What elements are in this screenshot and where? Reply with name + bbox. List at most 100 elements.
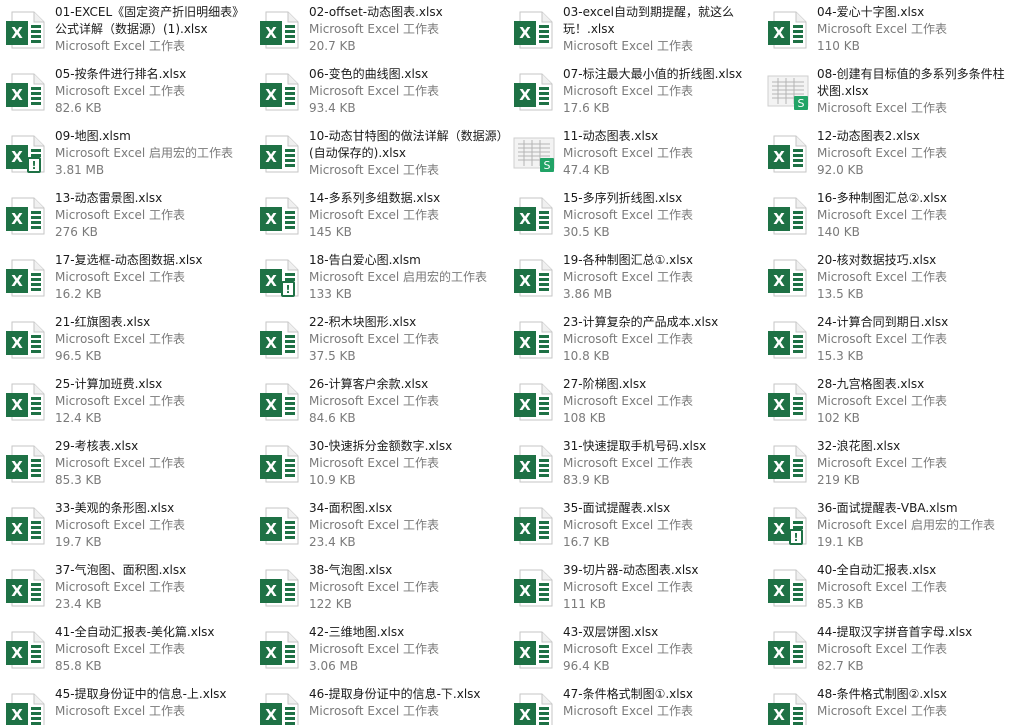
excel-file-icon: X — [766, 442, 810, 486]
file-size: 111 KB — [563, 597, 606, 611]
file-size: 133 KB — [309, 287, 352, 301]
excel-file-icon: X — [4, 8, 48, 52]
svg-text:X: X — [11, 582, 23, 600]
file-size: 37.5 KB — [309, 349, 356, 363]
file-text: 26-计算客户余款.xlsx Microsoft Excel 工作表 84.6 … — [309, 376, 504, 427]
file-size: 30.5 KB — [563, 225, 610, 239]
excel-file-icon: X — [4, 690, 48, 725]
file-item[interactable]: X 39-切片器-动态图表.xlsx Microsoft Excel 工作表 1… — [508, 558, 758, 618]
file-name: 20-核对数据技巧.xlsx — [817, 253, 937, 267]
svg-text:X: X — [519, 334, 531, 352]
file-item[interactable]: X 30-快速拆分金额数字.xlsx Microsoft Excel 工作表 1… — [254, 434, 504, 494]
file-text: 33-美观的条形图.xlsx Microsoft Excel 工作表 19.7 … — [55, 500, 250, 551]
file-type: Microsoft Excel 工作表 — [55, 704, 186, 718]
file-type: Microsoft Excel 工作表 — [563, 518, 694, 532]
excel-file-icon: X — [512, 566, 556, 610]
excel-file-icon: X — [258, 318, 302, 362]
file-item[interactable]: X 22-积木块图形.xlsx Microsoft Excel 工作表 37.5… — [254, 310, 504, 370]
file-item[interactable]: X 23-计算复杂的产品成本.xlsx Microsoft Excel 工作表 … — [508, 310, 758, 370]
svg-text:X: X — [773, 272, 785, 290]
file-item[interactable]: X 29-考核表.xlsx Microsoft Excel 工作表 85.3 K… — [0, 434, 250, 494]
file-item[interactable]: X 38-气泡图.xlsx Microsoft Excel 工作表 122 KB — [254, 558, 504, 618]
file-item[interactable]: X 32-浪花图.xlsx Microsoft Excel 工作表 219 KB — [762, 434, 1010, 494]
file-item[interactable]: X 04-爱心十字图.xlsx Microsoft Excel 工作表 110 … — [762, 0, 1010, 60]
file-item[interactable]: X 03-excel自动到期提醒，就这么玩！.xlsx Microsoft Ex… — [508, 0, 758, 60]
file-item[interactable]: X 42-三维地图.xlsx Microsoft Excel 工作表 3.06 … — [254, 620, 504, 680]
file-item[interactable]: X 25-计算加班费.xlsx Microsoft Excel 工作表 12.4… — [0, 372, 250, 432]
file-item[interactable]: X ! 36-面试提醒表-VBA.xlsm Microsoft Excel 启用… — [762, 496, 1010, 556]
file-item[interactable]: S 08-创建有目标值的多系列多条件柱状图.xlsx Microsoft Exc… — [762, 62, 1010, 122]
file-name: 37-气泡图、面积图.xlsx — [55, 563, 187, 577]
svg-text:X: X — [519, 24, 531, 42]
file-item[interactable]: X ! 18-告白爱心图.xlsm Microsoft Excel 启用宏的工作… — [254, 248, 504, 308]
file-text: 46-提取身份证中的信息-下.xlsx Microsoft Excel 工作表 — [309, 686, 504, 720]
file-item[interactable]: X 40-全自动汇报表.xlsx Microsoft Excel 工作表 85.… — [762, 558, 1010, 618]
file-item[interactable]: X 05-按条件进行排名.xlsx Microsoft Excel 工作表 82… — [0, 62, 250, 122]
svg-text:!: ! — [793, 531, 798, 544]
file-item[interactable]: X 46-提取身份证中的信息-下.xlsx Microsoft Excel 工作… — [254, 682, 504, 725]
file-item[interactable]: X 44-提取汉字拼音首字母.xlsx Microsoft Excel 工作表 … — [762, 620, 1010, 680]
file-item[interactable]: X 26-计算客户余款.xlsx Microsoft Excel 工作表 84.… — [254, 372, 504, 432]
file-item[interactable]: X 31-快速提取手机号码.xlsx Microsoft Excel 工作表 8… — [508, 434, 758, 494]
file-size: 47.4 KB — [563, 163, 610, 177]
file-size: 19.1 KB — [817, 535, 864, 549]
file-type: Microsoft Excel 工作表 — [563, 394, 694, 408]
file-item[interactable]: X 41-全自动汇报表-美化篇.xlsx Microsoft Excel 工作表… — [0, 620, 250, 680]
file-item[interactable]: X 01-EXCEL《固定资产折旧明细表》公式详解（数据源）(1).xlsx M… — [0, 0, 250, 60]
file-name: 47-条件格式制图①.xlsx — [563, 687, 693, 701]
file-item[interactable]: X 02-offset-动态图表.xlsx Microsoft Excel 工作… — [254, 0, 504, 60]
file-name: 41-全自动汇报表-美化篇.xlsx — [55, 625, 215, 639]
file-type: Microsoft Excel 工作表 — [55, 332, 186, 346]
file-item[interactable]: X 19-各种制图汇总①.xlsx Microsoft Excel 工作表 3.… — [508, 248, 758, 308]
file-text: 22-积木块图形.xlsx Microsoft Excel 工作表 37.5 K… — [309, 314, 504, 365]
file-item[interactable]: X 15-多序列折线图.xlsx Microsoft Excel 工作表 30.… — [508, 186, 758, 246]
file-item[interactable]: X 35-面试提醒表.xlsx Microsoft Excel 工作表 16.7… — [508, 496, 758, 556]
file-item[interactable]: X 37-气泡图、面积图.xlsx Microsoft Excel 工作表 23… — [0, 558, 250, 618]
svg-text:X: X — [265, 458, 277, 476]
file-item[interactable]: X 06-变色的曲线图.xlsx Microsoft Excel 工作表 93.… — [254, 62, 504, 122]
file-item[interactable]: X 21-红旗图表.xlsx Microsoft Excel 工作表 96.5 … — [0, 310, 250, 370]
file-size: 85.8 KB — [55, 659, 102, 673]
file-name: 19-各种制图汇总①.xlsx — [563, 253, 693, 267]
file-item[interactable]: X 12-动态图表2.xlsx Microsoft Excel 工作表 92.0… — [762, 124, 1010, 184]
file-type: Microsoft Excel 工作表 — [309, 580, 440, 594]
file-item[interactable]: X 17-复选框-动态图数据.xlsx Microsoft Excel 工作表 … — [0, 248, 250, 308]
file-item[interactable]: X 48-条件格式制图②.xlsx Microsoft Excel 工作表 — [762, 682, 1010, 725]
file-item[interactable]: X 07-标注最大最小值的折线图.xlsx Microsoft Excel 工作… — [508, 62, 758, 122]
svg-text:X: X — [11, 644, 23, 662]
file-text: 36-面试提醒表-VBA.xlsm Microsoft Excel 启用宏的工作… — [817, 500, 1010, 551]
file-item[interactable]: X 20-核对数据技巧.xlsx Microsoft Excel 工作表 13.… — [762, 248, 1010, 308]
file-item[interactable]: X ! 09-地图.xlsm Microsoft Excel 启用宏的工作表 3… — [0, 124, 250, 184]
file-type: Microsoft Excel 工作表 — [563, 580, 694, 594]
file-item[interactable]: S 11-动态图表.xlsx Microsoft Excel 工作表 47.4 … — [508, 124, 758, 184]
file-name: 32-浪花图.xlsx — [817, 439, 901, 453]
excel-macro-file-icon: X ! — [766, 504, 810, 548]
file-item[interactable]: X 34-面积图.xlsx Microsoft Excel 工作表 23.4 K… — [254, 496, 504, 556]
file-item[interactable]: X 43-双层饼图.xlsx Microsoft Excel 工作表 96.4 … — [508, 620, 758, 680]
file-name: 21-红旗图表.xlsx — [55, 315, 151, 329]
file-item[interactable]: X 47-条件格式制图①.xlsx Microsoft Excel 工作表 — [508, 682, 758, 725]
file-type: Microsoft Excel 工作表 — [309, 518, 440, 532]
file-item[interactable]: X 10-动态甘特图的做法详解（数据源）(自动保存的).xlsx Microso… — [254, 124, 504, 184]
file-item[interactable]: X 33-美观的条形图.xlsx Microsoft Excel 工作表 19.… — [0, 496, 250, 556]
file-item[interactable]: X 24-计算合同到期日.xlsx Microsoft Excel 工作表 15… — [762, 310, 1010, 370]
svg-text:X: X — [265, 582, 277, 600]
file-size: 17.6 KB — [563, 101, 610, 115]
file-type: Microsoft Excel 工作表 — [563, 642, 694, 656]
svg-text:X: X — [11, 334, 23, 352]
file-size: 82.6 KB — [55, 101, 102, 115]
file-item[interactable]: X 16-多种制图汇总②.xlsx Microsoft Excel 工作表 14… — [762, 186, 1010, 246]
file-item[interactable]: X 28-九宫格图表.xlsx Microsoft Excel 工作表 102 … — [762, 372, 1010, 432]
file-item[interactable]: X 27-阶梯图.xlsx Microsoft Excel 工作表 108 KB — [508, 372, 758, 432]
file-item[interactable]: X 45-提取身份证中的信息-上.xlsx Microsoft Excel 工作… — [0, 682, 250, 725]
file-name: 11-动态图表.xlsx — [563, 129, 659, 143]
file-text: 03-excel自动到期提醒，就这么玩！.xlsx Microsoft Exce… — [563, 4, 758, 55]
file-item[interactable]: X 14-多系列多组数据.xlsx Microsoft Excel 工作表 14… — [254, 186, 504, 246]
file-item[interactable]: X 13-动态雷景图.xlsx Microsoft Excel 工作表 276 … — [0, 186, 250, 246]
excel-file-icon: X — [512, 194, 556, 238]
file-name: 04-爱心十字图.xlsx — [817, 5, 925, 19]
excel-file-icon: X — [766, 8, 810, 52]
file-text: 13-动态雷景图.xlsx Microsoft Excel 工作表 276 KB — [55, 190, 250, 241]
file-type: Microsoft Excel 工作表 — [817, 146, 948, 160]
file-size: 3.81 MB — [55, 163, 105, 177]
